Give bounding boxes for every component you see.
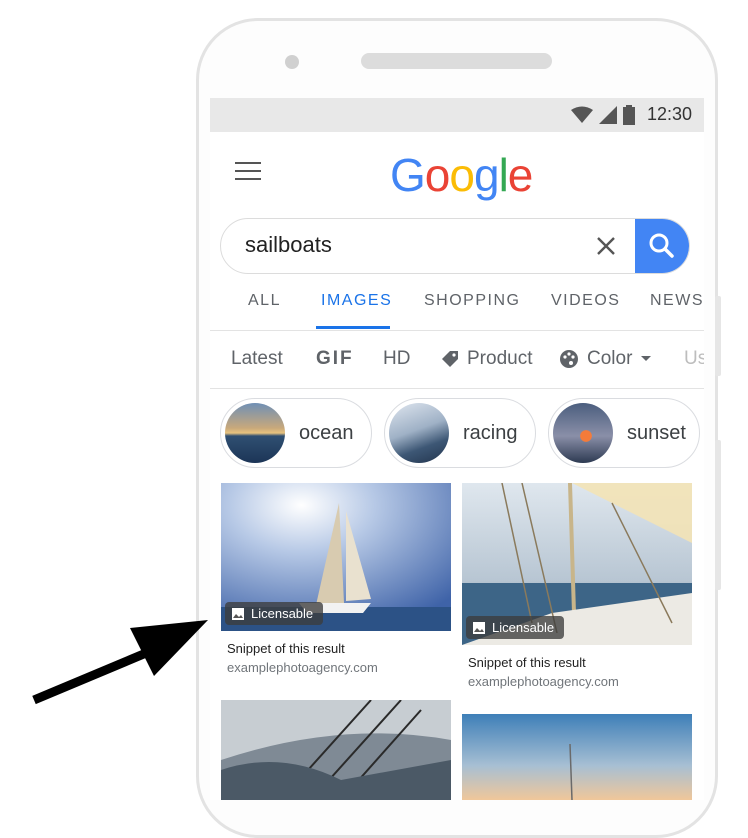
search-button[interactable]: [635, 219, 689, 273]
result-snippet: Snippet of this result: [468, 655, 586, 670]
chip-racing-label: racing: [463, 421, 518, 444]
licensable-badge: Licensable: [225, 602, 324, 625]
tab-all[interactable]: ALL: [248, 292, 281, 310]
filter-usage-rights[interactable]: Us: [684, 348, 704, 370]
chip-racing-thumbnail: [389, 403, 449, 463]
power-button: [715, 440, 721, 590]
chip-sunset-thumbnail: [553, 403, 613, 463]
status-time: 12:30: [646, 104, 692, 124]
signal-icon: [598, 105, 617, 124]
filter-usage-label: Us: [684, 348, 704, 369]
chip-sunset-label: sunset: [627, 421, 686, 444]
chip-sunset[interactable]: sunset: [548, 398, 700, 468]
search-tabs: ALL IMAGES SHOPPING VIDEOS NEWS: [210, 286, 704, 331]
wifi-icon: [570, 106, 593, 123]
battery-icon: [622, 104, 635, 125]
badge-label: Licensable: [492, 620, 555, 635]
top-bar: Google: [210, 132, 704, 220]
search-input[interactable]: sailboats: [245, 232, 332, 258]
phone-screen: 12:30 Google sailboats ALL IMAGES SHOPPI…: [210, 98, 704, 800]
search-box[interactable]: sailboats: [220, 218, 690, 274]
filter-bar: Latest GIF HD Product Color Us: [210, 330, 704, 389]
badge-label: Licensable: [251, 606, 314, 621]
sunset-sailboat-image: [462, 714, 692, 800]
active-tab-indicator: [316, 326, 390, 329]
result-image[interactable]: Licensable: [462, 483, 692, 645]
tab-images[interactable]: IMAGES: [321, 292, 392, 310]
filter-color[interactable]: Color: [559, 348, 652, 370]
front-camera: [285, 55, 299, 69]
hamburger-menu-icon[interactable]: [235, 162, 261, 182]
tab-shopping[interactable]: SHOPPING: [424, 292, 520, 310]
filter-gif[interactable]: GIF: [316, 348, 354, 370]
image-result-4[interactable]: [462, 714, 692, 800]
image-result-2[interactable]: Licensable Snippet of this result exampl…: [462, 483, 692, 689]
filter-latest-label: Latest: [231, 348, 283, 369]
image-result-1[interactable]: Licensable Snippet of this result exampl…: [221, 483, 451, 675]
chevron-down-icon: [641, 356, 652, 361]
licensable-badge: Licensable: [466, 616, 565, 639]
related-searches: ocean racing sunset: [210, 398, 704, 472]
clear-icon[interactable]: [593, 233, 619, 259]
result-image[interactable]: Licensable: [221, 483, 451, 631]
earpiece-speaker: [361, 53, 552, 69]
chip-ocean-label: ocean: [299, 421, 354, 444]
volume-button: [715, 296, 721, 376]
filter-product-label: Product: [467, 348, 533, 369]
image-icon: [473, 621, 485, 634]
search-icon: [649, 233, 674, 258]
filter-product[interactable]: Product: [441, 348, 532, 370]
tab-videos[interactable]: VIDEOS: [551, 292, 620, 310]
tag-icon: [442, 351, 458, 367]
image-result-3[interactable]: [221, 699, 451, 800]
racing-sailboat-image: [221, 699, 451, 800]
tab-news[interactable]: NEWS: [650, 292, 704, 310]
chip-ocean[interactable]: ocean: [220, 398, 372, 468]
filter-color-label: Color: [587, 348, 633, 369]
filter-hd-label: HD: [383, 348, 411, 369]
result-source[interactable]: examplephotoagency.com: [227, 660, 451, 675]
filter-latest[interactable]: Latest: [231, 348, 283, 370]
chip-racing[interactable]: racing: [384, 398, 536, 468]
filter-gif-label: GIF: [316, 348, 354, 369]
palette-icon: [560, 350, 578, 368]
result-source[interactable]: examplephotoagency.com: [468, 674, 692, 689]
filter-hd[interactable]: HD: [383, 348, 410, 370]
image-icon: [232, 607, 244, 620]
result-snippet: Snippet of this result: [227, 641, 345, 656]
status-bar: 12:30: [210, 98, 704, 132]
annotation-arrow: [32, 620, 208, 705]
google-logo: Google: [390, 149, 533, 201]
chip-ocean-thumbnail: [225, 403, 285, 463]
